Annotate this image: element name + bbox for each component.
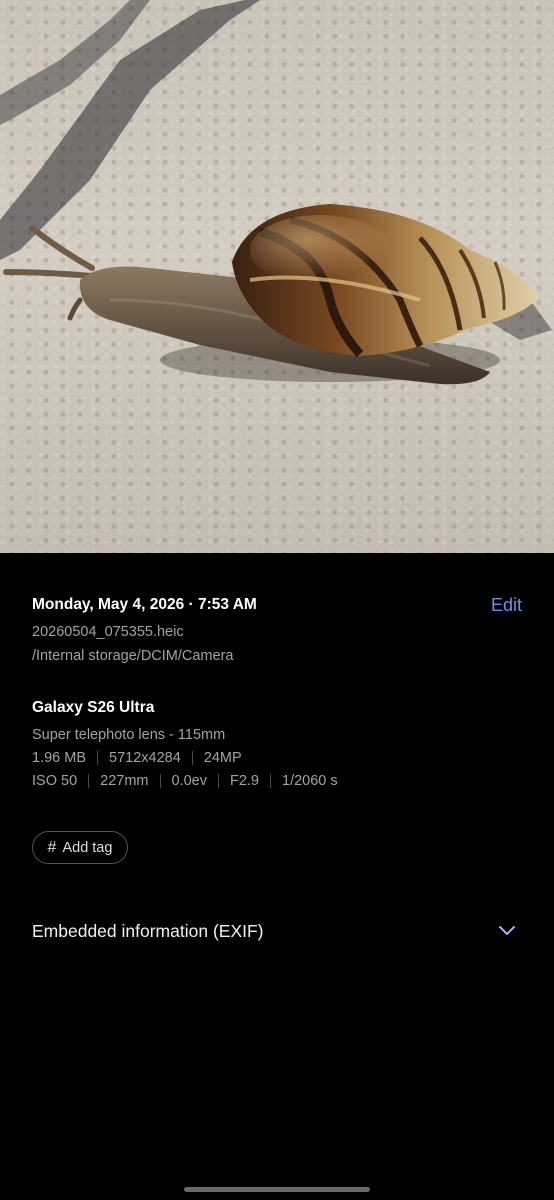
file-size: 1.96 MB <box>32 750 86 766</box>
resolution: 5712x4284 <box>109 750 181 766</box>
date-time: Monday, May 4, 2026 · 7:53 AM <box>32 596 257 613</box>
focal-length: 227mm <box>100 773 149 789</box>
exif-label: Embedded information (EXIF) <box>32 921 264 941</box>
add-tag-label: Add tag <box>62 839 113 856</box>
home-indicator[interactable] <box>184 1187 370 1192</box>
exposure-specs: ISO 50 227mm 0.0ev F2.9 1/2060 s <box>32 773 338 789</box>
chevron-down-icon <box>499 926 515 935</box>
lens-info: Super telephoto lens - 115mm <box>32 727 226 743</box>
edit-button[interactable]: Edit <box>491 595 522 616</box>
divider <box>88 774 90 788</box>
photo-image[interactable] <box>0 0 554 553</box>
file-name: 20260504_075355.heic <box>32 624 184 640</box>
add-tag-button[interactable]: # Add tag <box>32 831 128 864</box>
device-name: Galaxy S26 Ultra <box>32 699 155 716</box>
divider <box>270 774 271 788</box>
details-panel: Monday, May 4, 2026 · 7:53 AM Edit 20260… <box>0 553 554 1200</box>
file-path: /Internal storage/DCIM/Camera <box>32 648 234 664</box>
divider <box>217 774 219 788</box>
aperture: F2.9 <box>229 773 259 789</box>
megapixels: 24MP <box>203 750 242 766</box>
file-specs: 1.96 MB 5712x4284 24MP <box>32 750 242 766</box>
divider <box>191 751 193 765</box>
shutter-speed: 1/2060 s <box>282 773 338 789</box>
hash-icon: # <box>47 838 57 856</box>
exposure-value: 0.0ev <box>171 773 207 789</box>
iso-value: ISO 50 <box>32 773 78 789</box>
exif-section-toggle[interactable]: Embedded information (EXIF) <box>0 908 554 958</box>
divider <box>159 774 161 788</box>
snail-illustration <box>0 0 552 385</box>
divider <box>97 751 98 765</box>
